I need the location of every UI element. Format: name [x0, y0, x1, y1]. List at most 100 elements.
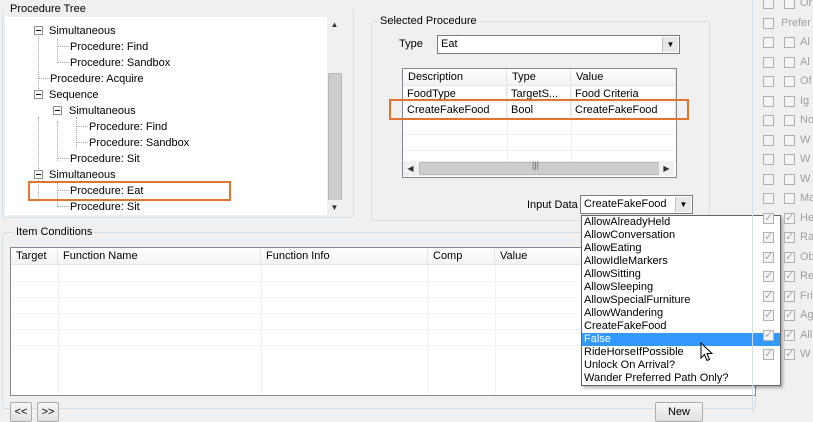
flag-checkbox[interactable]: [784, 289, 795, 302]
flag-checkbox[interactable]: [784, 211, 795, 224]
dropdown-option[interactable]: AllowSpecialFurniture: [582, 294, 780, 307]
type-select[interactable]: Eat ▼: [437, 35, 680, 54]
scroll-up-icon[interactable]: ▲: [327, 17, 342, 32]
tree-node[interactable]: Procedure: Acquire: [50, 71, 144, 87]
chevron-down-icon[interactable]: ▼: [662, 37, 678, 52]
flag-checkbox[interactable]: [784, 95, 795, 107]
flag-checkbox[interactable]: [784, 193, 795, 204]
dropdown-option[interactable]: AllowWandering: [582, 307, 780, 320]
dropdown-option[interactable]: Unlock On Arrival?: [582, 359, 780, 372]
input-data-select[interactable]: CreateFakeFood ▼: [580, 195, 693, 214]
flag-checkbox[interactable]: [784, 0, 795, 9]
flag-checkbox[interactable]: [763, 37, 774, 48]
tree-node[interactable]: Simultaneous: [69, 103, 136, 119]
flag-label: Ob: [800, 250, 813, 263]
flag-checkbox[interactable]: [784, 173, 795, 185]
flag-checkbox[interactable]: [784, 115, 795, 126]
table-hscrollbar[interactable]: ◀ ||| ▶: [403, 160, 674, 176]
dropdown-option[interactable]: AllowConversation: [582, 229, 780, 242]
dropdown-option[interactable]: AllowEating: [582, 242, 780, 255]
tree-node[interactable]: Procedure: Find: [89, 119, 167, 135]
flag-checkbox[interactable]: [763, 211, 774, 224]
column-header-type[interactable]: Type: [507, 69, 571, 86]
column-header-description[interactable]: Description: [403, 69, 507, 86]
collapse-icon[interactable]: [34, 26, 43, 35]
flag-checkbox[interactable]: [763, 328, 774, 341]
flag-checkbox[interactable]: [763, 230, 774, 243]
collapse-icon[interactable]: [34, 90, 43, 99]
dropdown-option[interactable]: AllowIdleMarkers: [582, 255, 780, 268]
flag-checkbox[interactable]: [784, 37, 795, 48]
column-header-function-name[interactable]: Function Name: [58, 248, 261, 265]
tree-node[interactable]: Procedure: Find: [70, 39, 148, 55]
flag-checkbox[interactable]: [763, 154, 774, 165]
flag-checkbox[interactable]: [784, 134, 795, 146]
dropdown-option[interactable]: AllowAlreadyHeld: [582, 216, 780, 229]
flag-checkbox[interactable]: [784, 230, 795, 243]
flag-label: Fri: [800, 289, 813, 302]
flag-label: W: [800, 172, 811, 185]
type-label: Type: [399, 38, 423, 50]
flag-checkbox[interactable]: [784, 347, 795, 360]
tree-node[interactable]: Procedure: Sit: [70, 151, 140, 167]
dropdown-option[interactable]: AllowSleeping: [582, 281, 780, 294]
flag-label: W: [800, 133, 811, 146]
dropdown-option[interactable]: AllowSitting: [582, 268, 780, 281]
table-row: [403, 134, 676, 151]
new-button[interactable]: New: [655, 402, 703, 422]
procedure-parameters-table[interactable]: Description Type Value FoodType TargetS.…: [402, 68, 677, 178]
flag-checkbox[interactable]: [763, 250, 774, 263]
scroll-thumb[interactable]: |||: [419, 160, 661, 175]
dropdown-option[interactable]: CreateFakeFood: [582, 320, 780, 333]
collapse-icon[interactable]: [53, 106, 62, 115]
tree-node[interactable]: Simultaneous: [49, 23, 116, 39]
flag-checkbox[interactable]: [763, 193, 774, 204]
column-header-target[interactable]: Target: [11, 248, 58, 265]
flag-checkbox[interactable]: [763, 95, 774, 107]
scroll-down-icon[interactable]: ▼: [327, 200, 342, 215]
flag-label: Al: [800, 55, 810, 68]
flag-checkbox[interactable]: [763, 56, 774, 68]
tree-node[interactable]: Procedure: Sandbox: [89, 135, 189, 151]
flag-checkbox[interactable]: [763, 0, 774, 9]
column-header-comp[interactable]: Comp: [428, 248, 495, 265]
flag-checkbox[interactable]: [784, 250, 795, 263]
flag-checkbox[interactable]: [763, 134, 774, 146]
column-header-function-info[interactable]: Function Info: [261, 248, 428, 265]
flag-checkbox[interactable]: [763, 308, 774, 321]
tree-node[interactable]: Sequence: [49, 87, 99, 103]
flag-label: Ag: [800, 309, 813, 321]
flag-checkbox[interactable]: [784, 308, 795, 321]
flag-checkbox[interactable]: [763, 76, 774, 87]
flag-checkbox[interactable]: [763, 173, 774, 185]
collapse-icon[interactable]: [34, 170, 43, 179]
flag-checkbox[interactable]: [784, 76, 795, 87]
flag-label: Ra: [800, 231, 813, 243]
item-conditions-title: Item Conditions: [14, 226, 95, 238]
flag-checkbox[interactable]: [784, 56, 795, 68]
previous-button[interactable]: <<: [10, 402, 32, 422]
flag-label: Prefer: [781, 16, 811, 29]
scroll-thumb[interactable]: [328, 73, 342, 201]
table-row: [403, 118, 676, 135]
dropdown-option-hovered[interactable]: False: [582, 333, 780, 346]
input-data-dropdown[interactable]: AllowAlreadyHeld AllowConversation Allow…: [581, 215, 781, 386]
scroll-left-icon[interactable]: ◀: [403, 161, 418, 176]
flag-checkbox[interactable]: [763, 115, 774, 126]
tree-node[interactable]: Procedure: Sandbox: [70, 55, 170, 71]
flag-checkbox[interactable]: [784, 269, 795, 282]
tree-node[interactable]: Procedure: Sit: [70, 199, 140, 215]
column-header-value[interactable]: Value: [571, 69, 676, 86]
flag-checkbox[interactable]: [784, 154, 795, 165]
chevron-down-icon[interactable]: ▼: [675, 197, 691, 212]
flag-checkbox[interactable]: [763, 17, 774, 29]
dropdown-option[interactable]: Wander Preferred Path Only?: [582, 372, 780, 385]
dropdown-option[interactable]: RideHorseIfPossible: [582, 346, 780, 359]
next-button[interactable]: >>: [37, 402, 59, 422]
flag-checkbox[interactable]: [763, 269, 774, 282]
flag-checkbox[interactable]: [784, 328, 795, 341]
flag-checkbox[interactable]: [763, 347, 774, 360]
tree-scrollbar[interactable]: ▲ ▼: [327, 17, 342, 215]
scroll-right-icon[interactable]: ▶: [659, 161, 674, 176]
flag-checkbox[interactable]: [763, 289, 774, 302]
